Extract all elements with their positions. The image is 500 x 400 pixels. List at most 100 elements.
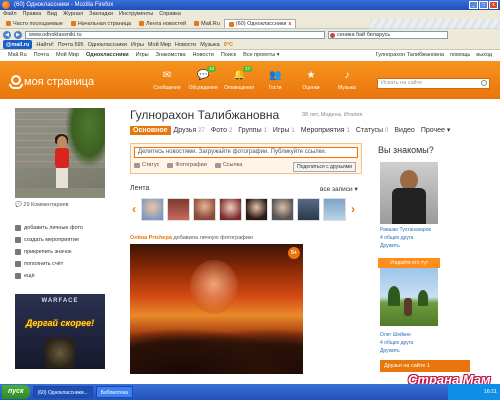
suggested-person-photo[interactable]	[380, 162, 438, 224]
post-image[interactable]: 5+	[130, 244, 303, 374]
post-author-link[interactable]: Олёна Prishepa	[130, 235, 172, 241]
nav-ratings[interactable]: ★ Оценки	[294, 64, 328, 96]
add-friend-link[interactable]: Дружить	[380, 243, 400, 249]
comments-link[interactable]: 💬 29 Комментариев	[15, 202, 69, 208]
toolbar-find[interactable]: Найти!	[36, 40, 53, 49]
feed-friend-thumb[interactable]	[245, 197, 268, 221]
magnifier-icon[interactable]	[481, 80, 487, 86]
friends-online-button[interactable]: Друзья на сайте 1	[380, 360, 470, 372]
bookmark-item[interactable]: Лента новостей	[135, 19, 190, 28]
tab-more[interactable]: Прочее ▾	[418, 125, 454, 135]
ad-banner[interactable]: WARFACE Дергай скорее!	[15, 294, 105, 369]
bookmark-item[interactable]: Mail.Ru	[190, 19, 224, 28]
mailru-logo[interactable]: @mail.ru	[3, 40, 33, 49]
toolbar-weather[interactable]: 0°C	[224, 40, 233, 49]
bookmark-item[interactable]: Начальная страница	[67, 19, 135, 28]
suggested-person-mutual[interactable]: 4 общих друга	[380, 235, 413, 241]
tab-close-icon[interactable]: x	[288, 19, 291, 29]
search-input[interactable]: сеника бай беларусь	[328, 30, 448, 39]
toolbar-games[interactable]: Игры	[131, 40, 144, 49]
toolbar-mail[interactable]: Почта 595	[58, 40, 84, 49]
user-name-link[interactable]: Гулнорахон Талибжановна	[376, 50, 444, 61]
status-input[interactable]: Делитесь новостями. Загружайте фотографи…	[134, 147, 358, 158]
tab-video[interactable]: Видео	[391, 126, 417, 135]
tab-main[interactable]: Основное	[130, 125, 171, 135]
toolbar-music[interactable]: Музыка	[200, 40, 219, 49]
sitenav-dating[interactable]: Знакомства	[156, 50, 186, 61]
feed-all-dropdown[interactable]: все записи ▾	[320, 185, 358, 193]
camera-icon	[15, 225, 21, 231]
left-menu-create-event[interactable]: создать мероприятие	[15, 234, 83, 246]
feed-friend-thumb[interactable]	[141, 197, 164, 221]
sitenav-mail[interactable]: Почта	[34, 50, 49, 61]
suggested-person-name[interactable]: Равшан Тухтаназаров	[380, 227, 431, 233]
url-input[interactable]: www.odnoklassniki.ru	[25, 30, 325, 39]
tab-statuses[interactable]: Статусы 0	[353, 126, 391, 135]
close-button[interactable]: x	[489, 1, 498, 9]
sitenav-all-projects[interactable]: Все проекты ▾	[243, 50, 279, 61]
nav-notifications[interactable]: 17 🔔 Оповещения	[222, 64, 256, 96]
rating-sticker[interactable]: 5+	[288, 247, 300, 259]
start-button[interactable]: пуск	[2, 385, 30, 399]
bookmark-icon	[70, 21, 76, 26]
feed-friend-thumb[interactable]	[271, 197, 294, 221]
suggested-person-photo[interactable]	[380, 268, 438, 326]
share-button[interactable]: Поделиться с друзьями	[293, 162, 356, 172]
left-menu-more[interactable]: ещё	[15, 270, 83, 282]
chevron-right-icon[interactable]: ›	[349, 202, 357, 216]
ok-logo-icon[interactable]	[8, 75, 23, 89]
tab-groups[interactable]: Группы 1	[235, 126, 270, 135]
feed-friends-strip: ‹ ›	[130, 194, 362, 224]
feed-friend-thumb[interactable]	[219, 197, 242, 221]
feed-friend-thumb[interactable]	[167, 197, 190, 221]
taskbar-task-firefox[interactable]: (60) Одноклассники...	[32, 386, 93, 398]
minimize-button[interactable]: _	[469, 1, 478, 9]
tab-odnoklassniki[interactable]: (60) Одноклассники x	[223, 19, 297, 29]
chevron-left-icon[interactable]: ‹	[130, 202, 138, 216]
forward-arrow-icon[interactable]: ▶	[14, 30, 22, 39]
nav-discussions[interactable]: 10 💬 Обсуждения	[186, 64, 220, 96]
tab-friends[interactable]: Друзья 27	[171, 126, 208, 135]
tab-photos[interactable]: Фото 2	[208, 126, 235, 135]
status-action-link[interactable]: Ссылка	[214, 162, 242, 168]
site-search-input[interactable]: Искать на сайте	[377, 78, 490, 89]
site-top-nav: Mail.Ru Почта Мой Мир Одноклассники Игры…	[0, 50, 500, 61]
bookmark-icon	[6, 21, 11, 26]
left-menu-attach-badge[interactable]: прикрепить значок	[15, 246, 83, 258]
status-action-photos[interactable]: Фотографии	[167, 162, 207, 168]
sitenav-search[interactable]: Поиск	[221, 50, 236, 61]
toolbar-mymir[interactable]: Мой Мир	[148, 40, 171, 49]
sitenav-ok[interactable]: Одноклассники	[86, 50, 129, 61]
feed-friend-thumb[interactable]	[323, 197, 346, 221]
sitenav-mymir[interactable]: Мой Мир	[56, 50, 79, 61]
maximize-button[interactable]: □	[479, 1, 488, 9]
calendar-icon	[15, 237, 21, 243]
nav-guests[interactable]: 👥 Гости	[258, 64, 292, 96]
back-arrow-icon[interactable]: ◀	[3, 30, 11, 39]
add-friend-link[interactable]: Дружить	[380, 348, 400, 354]
feed-friend-thumb[interactable]	[297, 197, 320, 221]
sitenav-news[interactable]: Новости	[193, 50, 214, 61]
profile-avatar[interactable]	[15, 108, 105, 198]
status-action-status[interactable]: Статус	[134, 162, 159, 168]
nav-messages[interactable]: ✉ Сообщения	[150, 64, 184, 96]
my-page-title[interactable]: моя страница	[24, 76, 94, 88]
ok-favicon	[228, 21, 234, 27]
logout-link[interactable]: выход	[476, 50, 492, 61]
left-menu-add-photos[interactable]: добавить личные фото	[15, 222, 83, 234]
taskbar-task-library[interactable]: Библиотека	[95, 386, 133, 398]
suggested-person-name[interactable]: Олег Шейкин	[380, 332, 411, 338]
sitenav-games[interactable]: Игры	[136, 50, 149, 61]
feed-friend-thumb[interactable]	[193, 197, 216, 221]
suggested-person-mutual[interactable]: 4 общих друга	[380, 340, 413, 346]
tab-events[interactable]: Мероприятия 1	[298, 126, 353, 135]
sitenav-mailru[interactable]: Mail.Ru	[8, 50, 27, 61]
nav-music[interactable]: ♪ Музыка	[330, 64, 364, 96]
left-menu-top-up[interactable]: пополнить счёт	[15, 258, 83, 270]
bookmark-item[interactable]: Часто посещаемые	[2, 19, 67, 28]
tab-games[interactable]: Игры 1	[270, 126, 298, 135]
toolbar-ok[interactable]: Одноклассники	[88, 40, 127, 49]
promo-label[interactable]: Угадайте кто тут	[378, 258, 440, 268]
help-link[interactable]: помощь	[450, 50, 470, 61]
toolbar-news[interactable]: Новости	[175, 40, 196, 49]
